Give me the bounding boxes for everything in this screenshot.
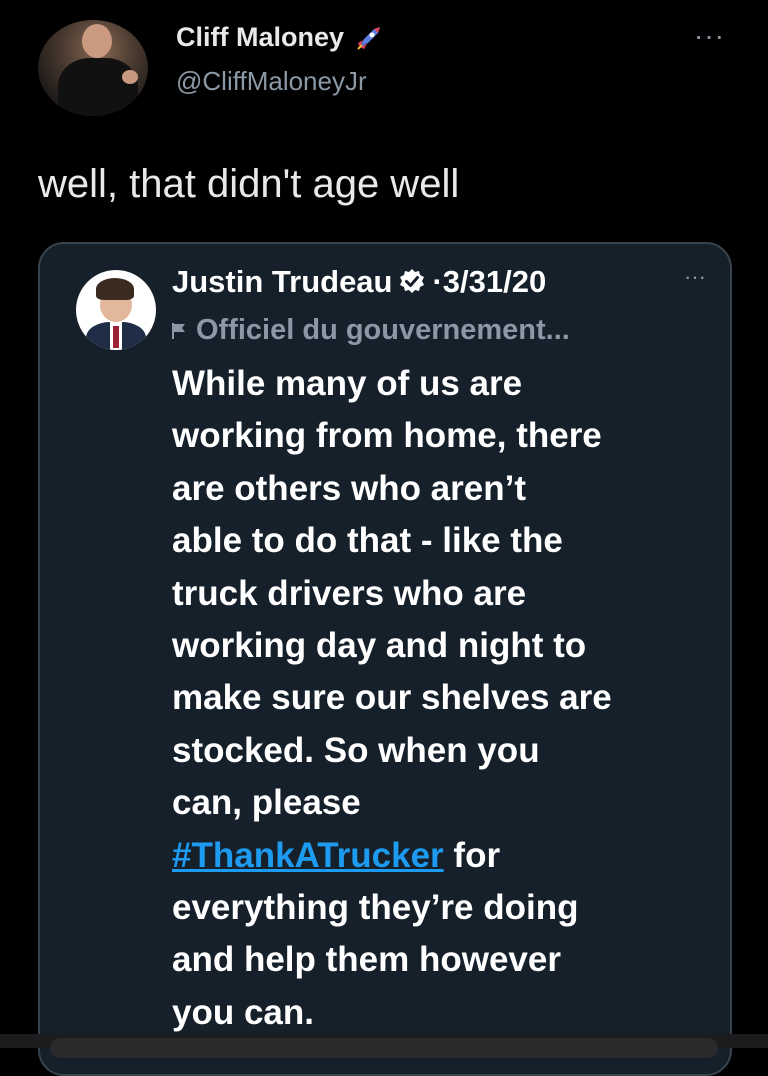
- body-line: make sure our shelves are: [172, 678, 612, 718]
- body-line: While many of us are: [172, 364, 523, 403]
- author-avatar[interactable]: [38, 20, 148, 116]
- author-handle[interactable]: @CliffMaloneyJr: [176, 66, 367, 97]
- body-line: you can.: [172, 992, 314, 1032]
- verified-icon: [400, 269, 425, 293]
- quoted-author-avatar[interactable]: [76, 270, 156, 350]
- avatar-tie: [113, 326, 119, 348]
- avatar-head: [82, 24, 112, 58]
- avatar-hair: [96, 278, 134, 300]
- bottom-bar: [0, 1034, 768, 1058]
- body-line: are others who aren’t: [172, 468, 526, 508]
- author-name-row: Cliff Maloney: [176, 22, 384, 53]
- body-line: stocked. So when you: [172, 730, 540, 770]
- quoted-tweet-card[interactable]: Justin Trudeau ·3/31/20 ··· Officiel du …: [38, 242, 732, 1076]
- government-label-row: Officiel du gouvernement...: [170, 314, 570, 347]
- hashtag-link[interactable]: #ThankATrucker: [172, 836, 444, 875]
- author-name[interactable]: Cliff Maloney: [176, 22, 344, 53]
- hashtag-suffix: for: [443, 835, 501, 875]
- quoted-date[interactable]: ·3/31/20: [432, 264, 546, 300]
- body-line: can, please: [172, 783, 361, 823]
- avatar-hand: [122, 70, 138, 84]
- tweet-header: Cliff Maloney @CliffMaloneyJr ···: [38, 20, 738, 120]
- more-options-icon[interactable]: ···: [694, 22, 725, 50]
- rocket-icon: [357, 26, 381, 50]
- flag-icon: [172, 322, 185, 339]
- quoted-author-name[interactable]: Justin Trudeau: [172, 264, 392, 300]
- body-line: truck drivers who are: [172, 573, 527, 613]
- body-line: everything they’re doing: [172, 888, 579, 928]
- hashtag-line: #ThankATrucker for: [172, 830, 720, 882]
- bottom-pill: [50, 1038, 718, 1058]
- body-line: and help them however: [172, 940, 561, 980]
- government-label[interactable]: Officiel du gouvernement...: [196, 314, 570, 347]
- quoted-name-row: Justin Trudeau ·3/31/20: [172, 264, 546, 300]
- avatar-body: [58, 58, 138, 116]
- quoted-tweet-text: While many of us are working from home, …: [172, 358, 720, 1039]
- body-line: able to do that - like the: [172, 521, 563, 561]
- tweet-text: well, that didn't age well: [38, 162, 460, 206]
- quoted-more-icon[interactable]: ···: [684, 266, 706, 288]
- body-line: working from home, there: [172, 416, 602, 456]
- body-line: working day and night to: [172, 626, 587, 666]
